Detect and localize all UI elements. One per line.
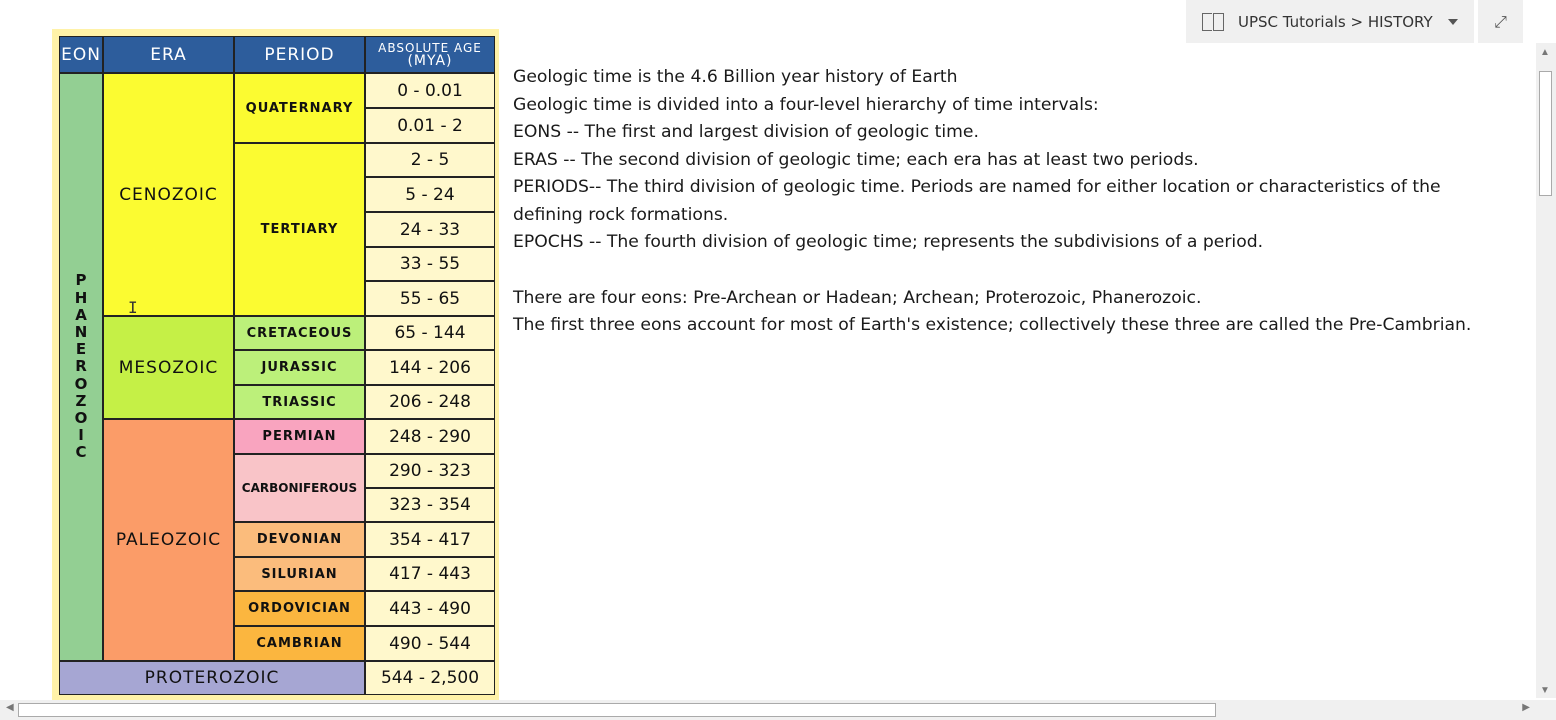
notebook-path: UPSC Tutorials > HISTORY [1238,12,1433,31]
eon-letter: O [74,409,88,427]
note-line[interactable]: EONS -- The first and largest division o… [513,119,1493,147]
scrollbar-corner [1536,700,1556,720]
age-cell: 490 - 544 [365,626,495,661]
period-triassic: TRIASSIC [234,385,365,419]
period-tertiary: TERTIARY [234,143,365,316]
note-line[interactable]: EPOCHS -- The fourth division of geologi… [513,229,1493,257]
age-cell: 206 - 248 [365,385,495,419]
period-jurassic: JURASSIC [234,350,365,385]
expand-icon[interactable]: ⤢ [1478,0,1523,43]
note-line[interactable]: There are four eons: Pre-Archean or Hade… [513,285,1493,313]
note-line[interactable]: Geologic time is divided into a four-lev… [513,92,1493,120]
period-cretaceous: CRETACEOUS [234,316,365,350]
scroll-up-icon[interactable]: ▲ [1540,47,1550,58]
age-cell: 55 - 65 [365,281,495,316]
eon-letter: O [74,374,88,393]
period-devonian: DEVONIAN [234,522,365,557]
scroll-down-icon[interactable]: ▼ [1540,685,1550,696]
period-quaternary: QUATERNARY [234,73,365,143]
eon-letter: N [74,322,88,341]
period-cambrian: CAMBRIAN [234,626,365,661]
text-cursor-icon: I [128,298,138,317]
note-line[interactable]: PERIODS-- The third division of geologic… [513,174,1493,229]
age-cell: 417 - 443 [365,557,495,591]
period-silurian: SILURIAN [234,557,365,591]
age-cell: 65 - 144 [365,316,495,350]
scroll-right-icon[interactable]: ▶ [1522,702,1530,713]
eon-letter: H [74,288,88,307]
vertical-scrollbar[interactable]: ▲ ▼ [1536,43,1556,698]
era-paleozoic: PALEOZOIC [103,419,234,661]
age-cell: 5 - 24 [365,177,495,212]
notebook-location-bar[interactable]: UPSC Tutorials > HISTORY [1186,0,1474,43]
era-proterozoic: PROTEROZOIC [59,661,365,695]
eon-letter: R [75,357,87,376]
header-period: PERIOD [234,36,365,73]
age-cell: 354 - 417 [365,522,495,557]
notebook-icon [1202,12,1224,31]
vertical-scroll-thumb[interactable] [1539,71,1552,196]
age-cell: 24 - 33 [365,212,495,247]
eon-letter: P [75,271,87,290]
eon-phanerozoic: PHANEROZOIC [59,73,103,661]
age-cell: 0.01 - 2 [365,108,495,143]
chevron-down-icon[interactable] [1448,18,1458,25]
age-cell: 33 - 55 [365,247,495,281]
scroll-left-icon[interactable]: ◀ [6,702,14,713]
age-cell: 0 - 0.01 [365,73,495,108]
era-mesozoic: MESOZOIC [103,316,234,419]
age-cell: 290 - 323 [365,454,495,488]
eon-letter: A [75,305,87,324]
horizontal-scroll-thumb[interactable] [18,703,1216,717]
note-line[interactable]: ERAS -- The second division of geologic … [513,147,1493,175]
age-cell: 248 - 290 [365,419,495,454]
blank-line[interactable] [513,257,1493,285]
eon-letter: E [75,340,87,359]
header-era: ERA [103,36,234,73]
age-cell: 144 - 206 [365,350,495,385]
age-cell: 2 - 5 [365,143,495,177]
eon-letter: C [75,443,87,462]
eon-letter: Z [75,391,87,410]
eon-phanerozoic-label: PHANEROZOIC [75,272,88,461]
era-cenozoic: CENOZOIC [103,73,234,316]
age-cell: 443 - 490 [365,591,495,626]
note-line[interactable]: Geologic time is the 4.6 Billion year hi… [513,64,1493,92]
period-permian: PERMIAN [234,419,365,454]
age-cell: 323 - 354 [365,488,495,522]
note-body[interactable]: Geologic time is the 4.6 Billion year hi… [513,64,1493,340]
note-line[interactable]: The first three eons account for most of… [513,312,1493,340]
eon-letter: I [78,426,84,445]
geologic-time-table: EON ERA PERIOD ABSOLUTE AGE (MYA) PHANER… [52,29,499,704]
period-carboniferous: CARBONIFEROUS [234,454,365,522]
age-cell: 544 - 2,500 [365,661,495,695]
period-ordovician: ORDOVICIAN [234,591,365,626]
horizontal-scrollbar[interactable]: ◀ ▶ [0,700,1536,720]
header-age-line2: (MYA) [407,52,453,69]
header-eon: EON [59,36,103,73]
header-absolute-age: ABSOLUTE AGE (MYA) [365,36,495,73]
